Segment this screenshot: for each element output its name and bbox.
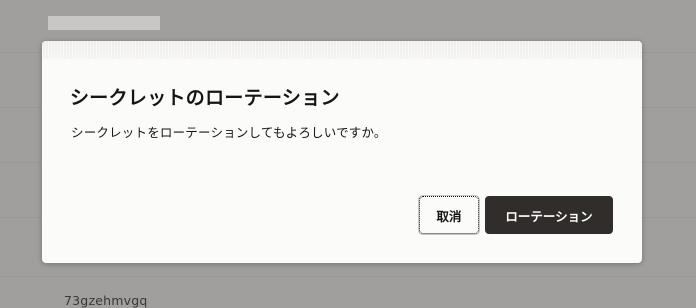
dialog-message: シークレットをローテーションしてもよろしいですか。 — [71, 125, 387, 140]
background-heading-placeholder — [48, 16, 160, 30]
background-row-name: 73gzehmvgq — [64, 293, 148, 308]
rotate-button[interactable]: ローテーション — [485, 196, 613, 234]
background-divider — [0, 276, 696, 277]
dialog-title: シークレットのローテーション — [70, 87, 340, 109]
dialog-header-texture — [42, 41, 642, 59]
rotate-secret-dialog: シークレットのローテーション シークレットをローテーションしてもよろしいですか。… — [42, 41, 642, 263]
cancel-button[interactable]: 取消 — [419, 196, 479, 234]
